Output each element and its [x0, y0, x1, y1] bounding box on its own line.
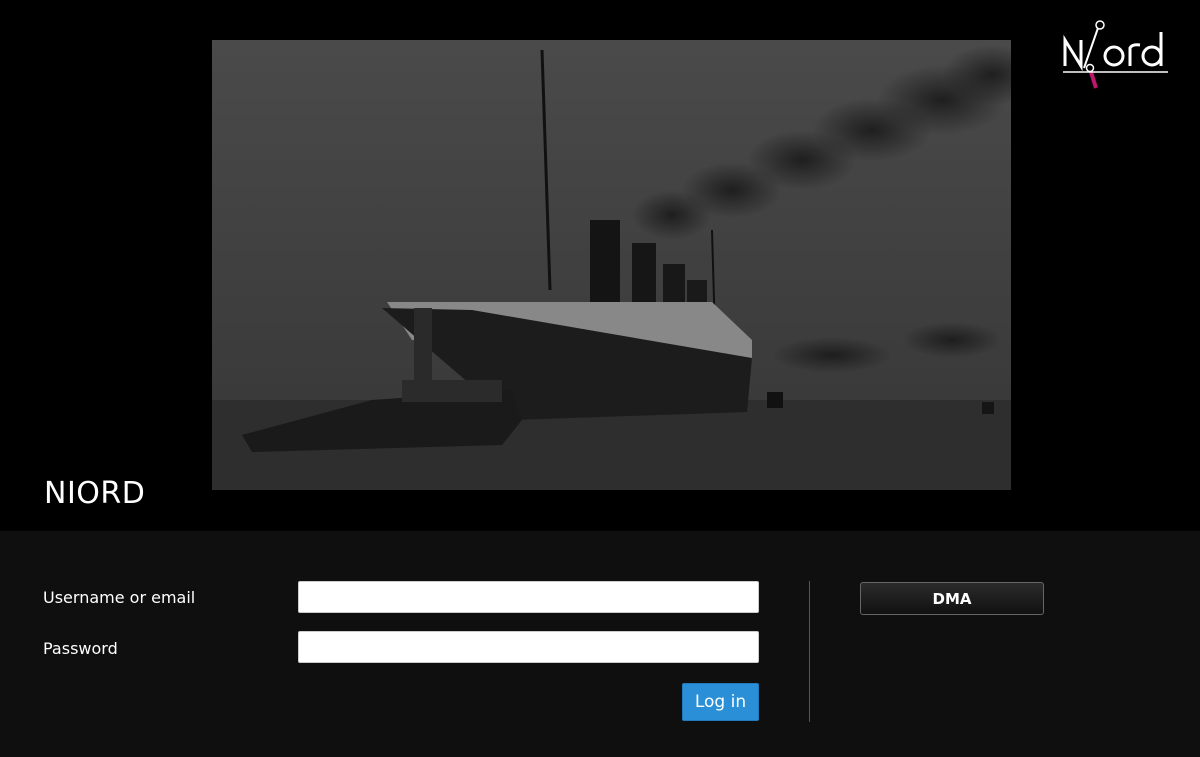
app-title: NIORD: [44, 476, 146, 511]
password-label: Password: [43, 639, 118, 658]
niord-logo: [1060, 18, 1172, 90]
vertical-divider: [809, 581, 810, 722]
hero-image: [212, 40, 1011, 490]
username-label: Username or email: [43, 588, 196, 607]
login-panel: Username or email Password Log in DMA: [0, 531, 1200, 757]
password-input[interactable]: [298, 631, 759, 663]
dma-login-button[interactable]: DMA: [860, 582, 1044, 615]
login-button[interactable]: Log in: [682, 683, 759, 721]
top-panel: NIORD: [0, 0, 1200, 531]
username-input[interactable]: [298, 581, 759, 613]
